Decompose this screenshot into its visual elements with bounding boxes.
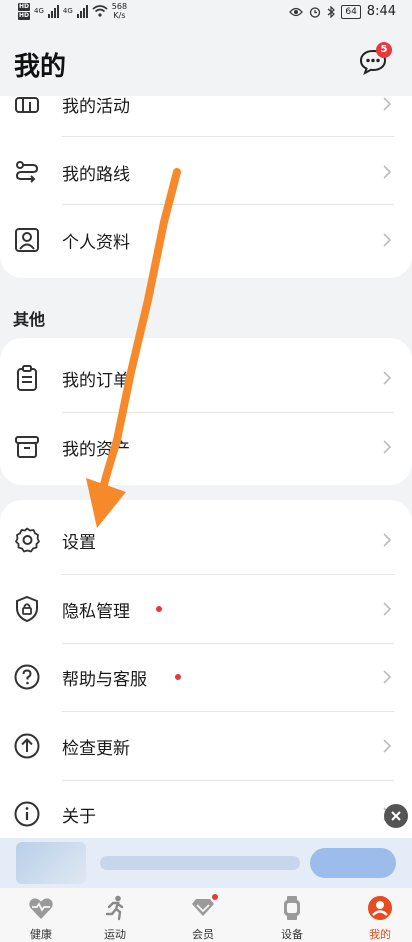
status-right: 64 8:44 (289, 4, 396, 19)
profile-icon (13, 226, 41, 254)
tab-sport[interactable]: 运动 (74, 888, 156, 942)
network-type-2: 4G (62, 7, 73, 15)
menu-item-label: 我的订单 (62, 370, 130, 391)
chevron-right-icon (383, 739, 392, 753)
promo-banner[interactable] (0, 838, 412, 888)
tab-label: 运动 (104, 928, 126, 941)
alarm-icon (310, 6, 321, 18)
gear-icon (13, 526, 41, 554)
hd-label-2: HD (18, 11, 31, 20)
chevron-right-icon (383, 602, 392, 616)
info-icon (13, 800, 41, 828)
tab-label: 设备 (281, 928, 303, 941)
menu-item-assets[interactable]: 我的资产 (0, 413, 412, 481)
menu-item-label: 我的资产 (62, 439, 130, 460)
tab-label: 健康 (30, 928, 52, 941)
tab-member[interactable]: 会员 (162, 888, 244, 942)
card-account: 我的活动 我的路线 个人资料 (0, 96, 412, 278)
runner-icon (105, 895, 124, 921)
activity-icon (13, 96, 41, 118)
page-title: 我的 (14, 52, 67, 82)
asset-icon (13, 433, 41, 461)
promo-text-placeholder (100, 856, 300, 870)
tab-label: 会员 (192, 928, 214, 941)
chevron-right-icon (383, 440, 392, 454)
menu-item-label: 隐私管理 (62, 601, 130, 622)
status-left: HD HD 4G 4G 568 K/s (18, 2, 127, 20)
wifi-icon (92, 5, 108, 17)
chevron-right-icon (383, 97, 392, 111)
card-system: 设置 隐私管理 帮助与客服 检查更新 关于 (0, 500, 412, 890)
menu-item-route[interactable]: 我的路线 (0, 138, 412, 206)
order-icon (13, 364, 41, 392)
help-icon (13, 663, 41, 691)
divider (62, 136, 394, 137)
menu-item-label: 检查更新 (62, 738, 130, 759)
me-icon (368, 896, 392, 920)
menu-item-privacy[interactable]: 隐私管理 (0, 575, 412, 643)
heart-icon (29, 898, 53, 919)
tab-me[interactable]: 我的 (339, 888, 412, 942)
clock: 8:44 (366, 4, 396, 19)
battery-indicator: 64 (341, 4, 361, 19)
bottom-tab-bar: 健康 运动 会员 设备 我的 (0, 888, 412, 942)
route-icon (13, 158, 41, 186)
section-title-other: 其他 (13, 310, 46, 329)
menu-item-label: 关于 (62, 806, 96, 827)
bluetooth-icon (327, 5, 336, 18)
tab-health[interactable]: 健康 (0, 888, 82, 942)
chevron-right-icon (383, 670, 392, 684)
chevron-right-icon (383, 533, 392, 547)
divider (62, 204, 394, 205)
promo-image (16, 842, 86, 884)
menu-item-activity[interactable]: 我的活动 (0, 96, 412, 138)
network-type-1: 4G (34, 7, 44, 15)
signal-icon (47, 4, 59, 18)
close-banner-button[interactable] (384, 804, 408, 828)
promo-action-button[interactable] (310, 848, 396, 878)
speed-value: 568 (111, 2, 128, 11)
card-other: 我的订单 我的资产 (0, 338, 412, 485)
menu-item-label: 设置 (62, 532, 96, 553)
menu-item-label: 我的活动 (62, 96, 130, 117)
close-icon (391, 811, 401, 821)
menu-item-profile[interactable]: 个人资料 (0, 206, 412, 274)
menu-item-orders[interactable]: 我的订单 (0, 344, 412, 412)
menu-item-update[interactable]: 检查更新 (0, 712, 412, 780)
speed-unit: K/s (113, 11, 126, 20)
status-bar: HD HD 4G 4G 568 K/s 64 8:44 (0, 0, 412, 28)
eye-icon (289, 7, 304, 16)
chevron-right-icon (383, 371, 392, 385)
menu-item-label: 帮助与客服 (62, 669, 147, 690)
message-button[interactable]: 5 (358, 42, 392, 78)
hd-label-1: HD (18, 2, 31, 11)
tab-device[interactable]: 设备 (251, 888, 333, 942)
chevron-right-icon (383, 165, 392, 179)
new-dot-badge (156, 606, 162, 612)
signal-icon-2 (76, 4, 88, 18)
tab-new-dot (212, 894, 218, 900)
shield-lock-icon (13, 595, 41, 623)
menu-item-settings[interactable]: 设置 (0, 506, 412, 574)
chevron-right-icon (383, 233, 392, 247)
new-dot-badge (175, 674, 181, 680)
menu-item-help[interactable]: 帮助与客服 (0, 643, 412, 711)
tab-label: 我的 (369, 928, 391, 941)
menu-item-label: 个人资料 (62, 232, 130, 253)
menu-item-label: 我的路线 (62, 164, 130, 185)
watch-icon (284, 896, 300, 920)
update-icon (13, 732, 41, 760)
hd-indicator: HD HD (18, 2, 31, 20)
message-badge: 5 (376, 42, 392, 58)
network-speed: 568 K/s (112, 2, 127, 20)
